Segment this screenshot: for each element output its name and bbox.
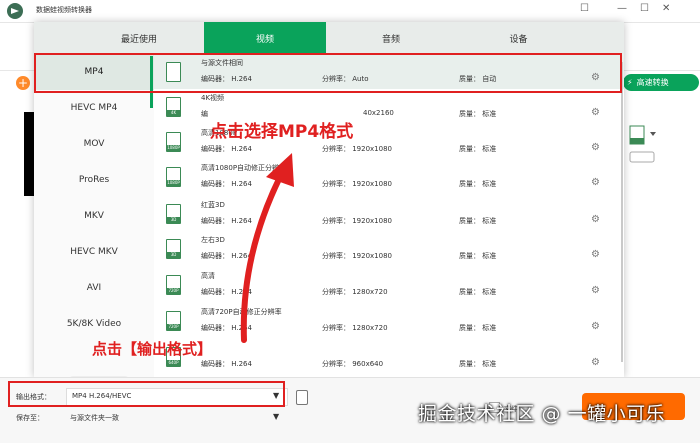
preset-scrollbar[interactable] [621, 62, 623, 362]
annotation-arrow-icon [240, 153, 294, 343]
format-item-mov[interactable]: MOV [34, 126, 154, 162]
tab-video[interactable]: 视频 [204, 22, 326, 54]
preset-quality: 质量： 标准 [459, 145, 497, 153]
preset-name: 4K视频 [201, 94, 225, 102]
feedback-icon[interactable]: ☐ [580, 3, 589, 14]
format-item-hevc-mkv[interactable]: HEVC MKV [34, 234, 154, 270]
format-list: MP4 HEVC MP4 MOV ProRes MKV HEVC MKV AVI… [34, 54, 154, 396]
preset-encoder: 编 [201, 110, 208, 118]
preset-encoder: 编码器： H.264 [201, 360, 252, 368]
document-icon[interactable] [296, 390, 308, 405]
preset-3d-icon: 3D [166, 204, 181, 224]
tab-recent[interactable]: 最近使用 [74, 22, 204, 54]
annotation-box-mp4 [34, 53, 622, 93]
maximize-button[interactable]: ☐ [640, 3, 649, 14]
gear-icon[interactable]: ⚙ [591, 357, 600, 368]
preset-resolution: 分辨率： 1920x1080 [322, 252, 392, 260]
gear-icon[interactable]: ⚙ [591, 177, 600, 188]
preset-quality: 质量： 标准 [459, 360, 497, 368]
save-to-label: 保存至： [16, 414, 44, 422]
gear-icon[interactable]: ⚙ [591, 285, 600, 296]
preset-720p-icon: 720P [166, 311, 181, 331]
gear-icon[interactable]: ⚙ [591, 321, 600, 332]
annotation-output-format: 点击【输出格式】 [92, 340, 213, 358]
format-item-prores[interactable]: ProRes [34, 162, 154, 198]
high-speed-label: 高速转换 [636, 78, 669, 87]
annotation-box-output [8, 381, 285, 407]
preset-resolution: 分辨率： 1920x1080 [322, 217, 392, 225]
preset-quality: 质量： 标准 [459, 324, 497, 332]
preset-quality: 质量： 标准 [459, 288, 497, 296]
preset-quality: 质量： 标准 [459, 217, 497, 225]
preset-1080p-icon: 1080P [166, 132, 181, 152]
add-file-button[interactable]: + [16, 76, 30, 90]
app-title: 数据蛙视频转换器 [36, 6, 92, 14]
preset-1080p-icon: 1080P [166, 167, 181, 187]
save-to-value[interactable]: 与源文件夹一致 [70, 413, 119, 423]
minimize-button[interactable]: — [617, 3, 627, 14]
preset-720p-icon: 720P [166, 275, 181, 295]
preset-resolution: 40x2160 [363, 109, 394, 117]
gear-icon[interactable]: ⚙ [591, 249, 600, 260]
tab-device[interactable]: 设备 [456, 22, 581, 54]
preset-name: 高清 [201, 272, 215, 280]
gear-icon[interactable]: ⚙ [591, 107, 600, 118]
preset-resolution: 分辨率： 1280x720 [322, 324, 388, 332]
tab-audio[interactable]: 音频 [326, 22, 456, 54]
preset-quality: 质量： 标准 [459, 252, 497, 260]
chevron-down-icon[interactable]: ▼ [273, 412, 279, 421]
preset-4k-icon: 4K [166, 97, 181, 117]
format-item-hevc-mp4[interactable]: HEVC MP4 [34, 90, 154, 126]
gear-icon[interactable]: ⚙ [591, 214, 600, 225]
format-item-mkv[interactable]: MKV [34, 198, 154, 234]
format-settings-icon[interactable] [626, 124, 686, 172]
title-bar: 数据蛙视频转换器 ☐ — ☐ ✕ [0, 0, 700, 23]
app-logo-icon [7, 3, 23, 19]
preset-resolution: 分辨率： 1920x1080 [322, 145, 392, 153]
preset-3d-icon: 3D [166, 239, 181, 259]
close-button[interactable]: ✕ [662, 3, 670, 14]
preset-resolution: 分辨率： 1920x1080 [322, 180, 392, 188]
annotation-select-mp4: 点击选择MP4格式 [210, 122, 354, 142]
preset-resolution: 分辨率： 1280x720 [322, 288, 388, 296]
preset-quality: 质量： 标准 [459, 110, 497, 118]
format-item-avi[interactable]: AVI [34, 270, 154, 306]
preset-quality: 质量： 标准 [459, 180, 497, 188]
preset-resolution: 分辨率： 960x640 [322, 360, 384, 368]
high-speed-convert-toggle[interactable]: ⚡ 高速转换 [623, 74, 699, 91]
bolt-icon: ⚡ [627, 78, 633, 87]
format-tabs: 最近使用 视频 音频 设备 [34, 22, 624, 54]
watermark: 掘金技术社区 @ 一罐小可乐 [418, 403, 666, 425]
gear-icon[interactable]: ⚙ [591, 142, 600, 153]
format-item-5k8k[interactable]: 5K/8K Video [34, 306, 154, 342]
